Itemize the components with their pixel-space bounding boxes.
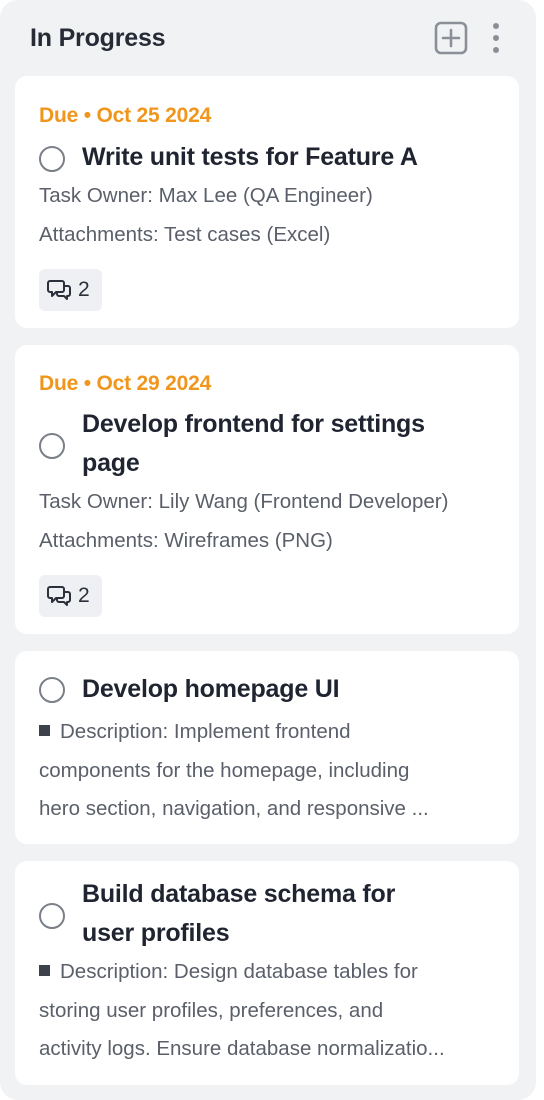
task-owner: Task Owner: Lily Wang (Frontend Develope… <box>39 490 449 513</box>
comments-badge[interactable]: 2 <box>39 575 102 617</box>
add-task-button[interactable] <box>432 19 470 57</box>
task-title-line: page <box>82 449 140 477</box>
description-line: Description: Design database tables for <box>39 953 495 992</box>
due-date: Due • Oct 25 2024 <box>39 104 212 127</box>
description-line: components for the homepage, including <box>39 758 410 782</box>
task-card[interactable]: Due • Oct 25 2024 Write unit tests for F… <box>15 76 519 328</box>
task-checkbox[interactable] <box>39 903 65 929</box>
description-line: storing user profiles, preferences, and <box>39 998 384 1022</box>
task-title[interactable]: Write unit tests for Feature A <box>82 138 469 177</box>
task-description: Description: Implement frontend componen… <box>39 713 495 829</box>
comments-icon <box>47 586 71 606</box>
task-attachments: Attachments: Test cases (Excel) <box>39 223 331 246</box>
more-options-button[interactable] <box>486 19 506 57</box>
description-line: hero section, navigation, and responsive… <box>39 797 429 820</box>
task-title[interactable]: Develop homepage UI <box>82 670 469 709</box>
task-card[interactable]: Develop homepage UI Description: Impleme… <box>15 651 519 844</box>
task-checkbox[interactable] <box>39 433 65 459</box>
task-attachments: Attachments: Wireframes (PNG) <box>39 529 333 552</box>
task-card[interactable]: Due • Oct 29 2024 Develop frontend for s… <box>15 345 519 634</box>
column-header: In Progress <box>30 18 506 58</box>
due-date: Due • Oct 29 2024 <box>39 372 212 395</box>
task-title[interactable]: Build database schema for user profiles <box>82 875 469 953</box>
task-title-line: Build database schema for <box>82 880 396 908</box>
description-line: activity logs. Ensure database normaliza… <box>39 1037 445 1060</box>
description-text: Description: Implement frontend <box>60 720 351 743</box>
task-checkbox[interactable] <box>39 146 65 172</box>
task-checkbox[interactable] <box>39 677 65 703</box>
task-owner: Task Owner: Max Lee (QA Engineer) <box>39 184 373 207</box>
task-card[interactable]: Build database schema for user profiles … <box>15 861 519 1085</box>
column-title: In Progress <box>30 23 166 52</box>
description-text: Description: Design database tables for <box>60 960 418 983</box>
comment-count: 2 <box>78 278 90 301</box>
vertical-ellipsis-icon <box>493 23 499 53</box>
bullet-square-icon <box>39 965 50 976</box>
task-title-line: Develop frontend for settings <box>82 410 425 438</box>
task-title[interactable]: Develop frontend for settings page <box>82 405 469 483</box>
bullet-square-icon <box>39 725 50 736</box>
task-description: Description: Design database tables for … <box>39 953 495 1069</box>
task-title-line: user profiles <box>82 919 230 947</box>
plus-square-icon <box>434 21 468 55</box>
description-line: Description: Implement frontend <box>39 713 495 752</box>
comments-icon <box>47 280 71 300</box>
comment-count: 2 <box>78 584 90 607</box>
comments-badge[interactable]: 2 <box>39 269 102 311</box>
in-progress-column: In Progress Due • Oct 25 2024 Write unit… <box>0 0 536 1100</box>
